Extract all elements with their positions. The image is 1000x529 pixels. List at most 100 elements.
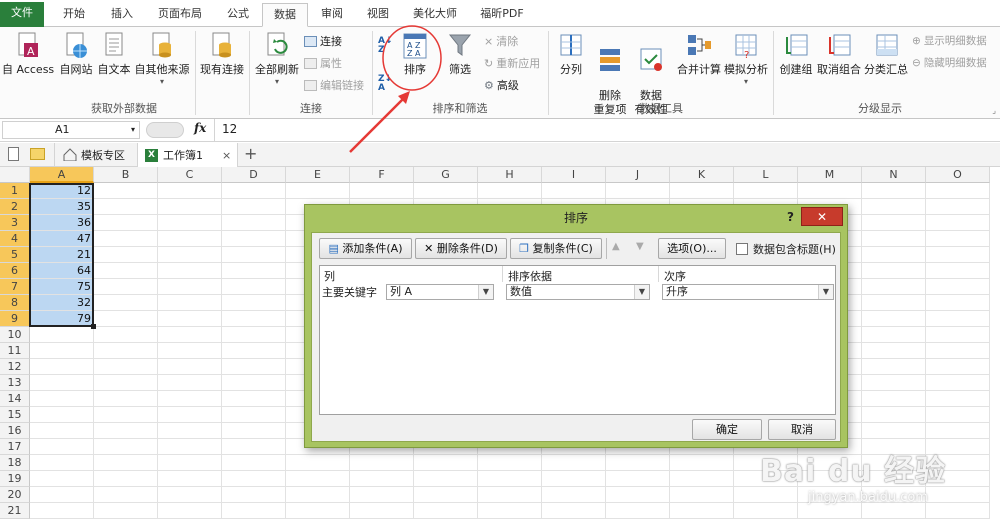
cell-O21[interactable]	[926, 503, 990, 519]
from-web-button[interactable]: 自网站	[56, 31, 96, 77]
cell-B3[interactable]	[94, 215, 158, 231]
cell-D17[interactable]	[222, 439, 286, 455]
cell-C7[interactable]	[158, 279, 222, 295]
close-icon[interactable]: ×	[222, 149, 231, 162]
add-tab-icon[interactable]: +	[244, 144, 257, 163]
cell-D1[interactable]	[222, 183, 286, 199]
cell-N14[interactable]	[862, 391, 926, 407]
cell-C15[interactable]	[158, 407, 222, 423]
cell-A13[interactable]	[30, 375, 94, 391]
cell-H19[interactable]	[478, 471, 542, 487]
cell-N13[interactable]	[862, 375, 926, 391]
cell-O1[interactable]	[926, 183, 990, 199]
properties-button[interactable]: 属性	[304, 55, 342, 71]
cell-E21[interactable]	[286, 503, 350, 519]
cell-J21[interactable]	[606, 503, 670, 519]
cell-C6[interactable]	[158, 263, 222, 279]
row-header-14[interactable]: 14	[0, 391, 30, 407]
ungroup-button[interactable]: 取消组合	[816, 31, 862, 77]
cell-I1[interactable]	[542, 183, 606, 199]
cell-B8[interactable]	[94, 295, 158, 311]
column-header-J[interactable]: J	[606, 167, 670, 183]
tab-file[interactable]: 文件	[0, 2, 44, 27]
cell-B4[interactable]	[94, 231, 158, 247]
cell-A21[interactable]	[30, 503, 94, 519]
cell-F21[interactable]	[350, 503, 414, 519]
tab-formulas[interactable]: 公式	[216, 3, 260, 27]
cell-M1[interactable]	[798, 183, 862, 199]
group-button[interactable]: 创建组	[776, 31, 816, 77]
cell-B12[interactable]	[94, 359, 158, 375]
cell-A20[interactable]	[30, 487, 94, 503]
cell-O3[interactable]	[926, 215, 990, 231]
cell-N9[interactable]	[862, 311, 926, 327]
cell-D2[interactable]	[222, 199, 286, 215]
cell-B11[interactable]	[94, 343, 158, 359]
help-button[interactable]: ?	[787, 210, 794, 224]
cell-B14[interactable]	[94, 391, 158, 407]
cell-D7[interactable]	[222, 279, 286, 295]
cell-O2[interactable]	[926, 199, 990, 215]
column-header-G[interactable]: G	[414, 167, 478, 183]
row-header-17[interactable]: 17	[0, 439, 30, 455]
cell-A2[interactable]: 35	[30, 199, 94, 215]
cell-G1[interactable]	[414, 183, 478, 199]
cell-D6[interactable]	[222, 263, 286, 279]
delete-condition-button[interactable]: ✕ 删除条件(D)	[415, 238, 507, 259]
has-headers-option[interactable]: 数据包含标题(H)	[736, 241, 836, 257]
cell-A14[interactable]	[30, 391, 94, 407]
cell-C8[interactable]	[158, 295, 222, 311]
cell-O11[interactable]	[926, 343, 990, 359]
primary-key-select[interactable]: 列 A ▼	[386, 284, 494, 300]
cell-A11[interactable]	[30, 343, 94, 359]
cell-D8[interactable]	[222, 295, 286, 311]
row-header-21[interactable]: 21	[0, 503, 30, 519]
row-header-4[interactable]: 4	[0, 231, 30, 247]
cell-D18[interactable]	[222, 455, 286, 471]
tab-data[interactable]: 数据	[262, 3, 308, 27]
cell-J19[interactable]	[606, 471, 670, 487]
cell-D5[interactable]	[222, 247, 286, 263]
cell-A6[interactable]: 64	[30, 263, 94, 279]
cell-D19[interactable]	[222, 471, 286, 487]
text-to-columns-button[interactable]: 分列	[554, 31, 588, 77]
cell-F20[interactable]	[350, 487, 414, 503]
cell-A17[interactable]	[30, 439, 94, 455]
cell-B20[interactable]	[94, 487, 158, 503]
cell-K20[interactable]	[670, 487, 734, 503]
column-header-A[interactable]: A	[30, 167, 94, 183]
cell-O6[interactable]	[926, 263, 990, 279]
cell-E19[interactable]	[286, 471, 350, 487]
cell-C1[interactable]	[158, 183, 222, 199]
cell-N11[interactable]	[862, 343, 926, 359]
cell-O5[interactable]	[926, 247, 990, 263]
cell-K1[interactable]	[670, 183, 734, 199]
cell-C16[interactable]	[158, 423, 222, 439]
row-header-2[interactable]: 2	[0, 199, 30, 215]
cell-H1[interactable]	[478, 183, 542, 199]
cell-B10[interactable]	[94, 327, 158, 343]
cell-O14[interactable]	[926, 391, 990, 407]
cell-B6[interactable]	[94, 263, 158, 279]
tab-page-layout[interactable]: 页面布局	[148, 3, 212, 27]
cell-A12[interactable]	[30, 359, 94, 375]
connections-button[interactable]: 连接	[304, 33, 342, 49]
filter-button[interactable]: 筛选	[440, 31, 480, 77]
cell-C11[interactable]	[158, 343, 222, 359]
cell-N7[interactable]	[862, 279, 926, 295]
tab-review[interactable]: 审阅	[310, 3, 354, 27]
cell-C18[interactable]	[158, 455, 222, 471]
cell-G20[interactable]	[414, 487, 478, 503]
cell-E20[interactable]	[286, 487, 350, 503]
cell-C2[interactable]	[158, 199, 222, 215]
tab-workbook[interactable]: X 工作簿1 ×	[138, 143, 238, 167]
tab-template-zone[interactable]: 模板专区	[54, 143, 138, 166]
row-header-18[interactable]: 18	[0, 455, 30, 471]
cell-D11[interactable]	[222, 343, 286, 359]
tab-foxit-pdf[interactable]: 福昕PDF	[472, 3, 532, 27]
options-button[interactable]: 选项(O)...	[658, 238, 726, 259]
cell-D9[interactable]	[222, 311, 286, 327]
cell-C9[interactable]	[158, 311, 222, 327]
row-header-11[interactable]: 11	[0, 343, 30, 359]
row-header-3[interactable]: 3	[0, 215, 30, 231]
